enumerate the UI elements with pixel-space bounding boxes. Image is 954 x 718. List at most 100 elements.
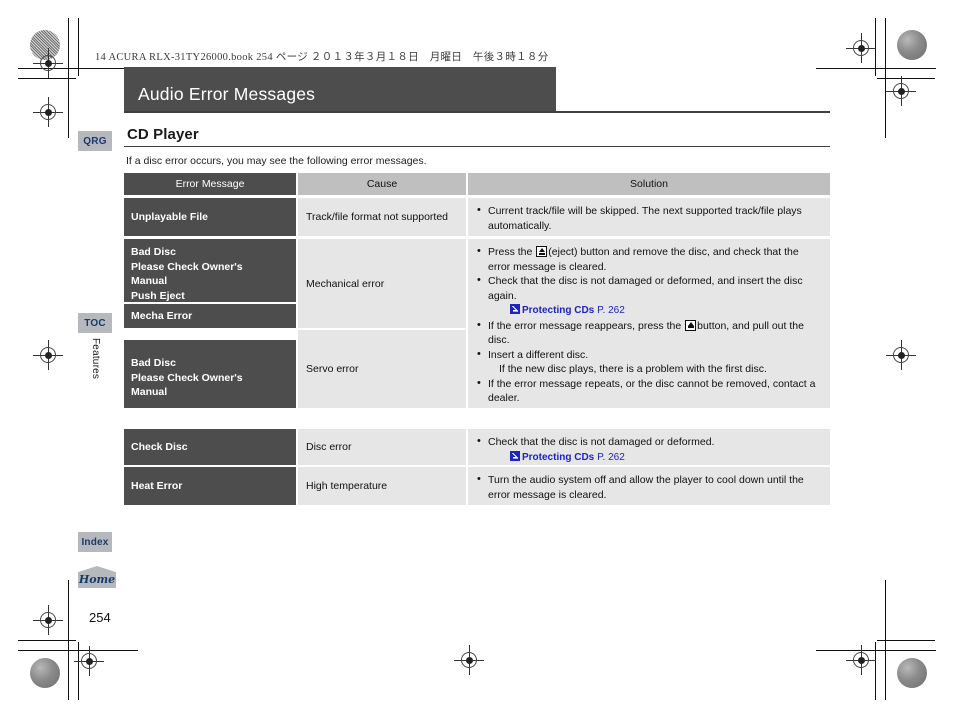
error-message-text: Push Eject — [131, 289, 185, 302]
page-number: 254 — [89, 610, 111, 625]
cross-reference-label: Protecting CDs — [522, 451, 595, 463]
table-header-error-message: Error Message — [124, 173, 296, 195]
error-message-text: Please Check Owner's — [131, 371, 243, 384]
cross-reference-label: Protecting CDs — [522, 305, 595, 316]
section-heading: CD Player — [127, 126, 199, 143]
sidebar-home-button[interactable]: Home — [78, 566, 116, 588]
solution-cell: Press the (eject) button and remove the … — [468, 239, 830, 408]
page-title: Audio Error Messages — [124, 67, 556, 112]
cross-reference-page: P. 262 — [597, 305, 625, 316]
solution-bullet: If the error message repeats, or the dis… — [477, 376, 822, 409]
table-row: Check Disc — [124, 429, 296, 465]
sidebar-tab-qrg-label: QRG — [83, 135, 107, 147]
solution-cell: Check that the disc is not damaged or de… — [468, 429, 830, 465]
registration-crosshair-right-mid — [886, 340, 916, 370]
solution-subtext: If the new disc plays, there is a proble… — [499, 363, 767, 375]
solution-bullet: Check that the disc is not damaged or de… — [477, 434, 822, 466]
error-message-text: Heat Error — [131, 479, 183, 492]
solution-text-pre: If the error message reappears, press th… — [488, 319, 685, 332]
registration-crosshair-left-upper — [33, 97, 63, 127]
error-message-text: Check Disc — [131, 440, 188, 453]
jump-link-icon — [510, 304, 520, 314]
sidebar-home-label: Home — [78, 573, 116, 586]
section-rule — [124, 146, 830, 148]
table-row: Bad Disc Please Check Owner's Manual — [124, 340, 296, 408]
cross-reference[interactable]: Protecting CDs P. 262 — [488, 303, 822, 319]
title-rule — [124, 111, 830, 113]
crop-mark-tr-h — [816, 68, 936, 69]
cause-text: Servo error — [306, 363, 359, 375]
cross-reference[interactable]: Protecting CDs P. 262 — [488, 450, 822, 466]
error-message-text: Unplayable File — [131, 210, 209, 223]
cross-reference-page: P. 262 — [597, 451, 625, 463]
sidebar-tab-index[interactable]: Index — [78, 532, 112, 552]
table-row: Bad Disc Please Check Owner's Manual Pus… — [124, 239, 296, 302]
table-header-solution-label: Solution — [630, 178, 668, 190]
sidebar-tab-toc[interactable]: TOC — [78, 313, 112, 333]
solution-bullet: Insert a different disc. If the new disc… — [477, 347, 822, 377]
section-intro: If a disc error occurs, you may see the … — [126, 155, 427, 167]
registration-crosshair-right-lower — [846, 645, 876, 675]
crop-mark-bl-h2 — [18, 640, 76, 641]
cause-text: Mechanical error — [306, 277, 385, 290]
table-row: Unplayable File — [124, 198, 296, 236]
crop-mark-br-h — [816, 650, 936, 651]
jump-link-icon — [510, 450, 520, 461]
registration-dot-tr — [897, 30, 927, 60]
solution-bullet: Turn the audio system off and allow the … — [477, 472, 822, 502]
registration-dot-bl — [30, 658, 60, 688]
table-header-error-message-label: Error Message — [175, 178, 245, 190]
page-title-text: Audio Error Messages — [138, 84, 316, 104]
crop-mark-tl-h2 — [18, 78, 76, 79]
error-message-text: Bad Disc — [131, 246, 176, 258]
error-message-text: Mecha Error — [131, 309, 193, 322]
solution-bullet: Check that the disc is not damaged or de… — [477, 273, 822, 319]
registration-crosshair-left-mid — [33, 340, 63, 370]
registration-crosshair-top-right — [846, 33, 876, 63]
crop-mark-br-h2 — [877, 640, 935, 641]
error-message-text: Manual — [131, 275, 168, 287]
sidebar-tab-qrg[interactable]: QRG — [78, 131, 112, 151]
solution-text: Check that the disc is not damaged or de… — [488, 275, 803, 302]
solution-cell: Turn the audio system off and allow the … — [468, 467, 830, 505]
registration-crosshair-right-upper — [886, 76, 916, 106]
sidebar-tab-index-label: Index — [81, 536, 109, 548]
registration-crosshair-left-bottom — [74, 646, 104, 676]
solution-subtext: Do not try to force the disc out of the … — [488, 406, 822, 409]
sidebar-tab-toc-label: TOC — [84, 317, 106, 329]
audio-error-table: Error Message Cause Solution Unplayable … — [124, 173, 830, 505]
error-message-text: Please Check Owner's — [131, 260, 243, 273]
cause-text: High temperature — [306, 480, 388, 492]
table-header-cause: Cause — [298, 173, 466, 195]
cause-text: Track/file format not supported — [306, 211, 449, 223]
solution-bullet: If the error message reappears, press th… — [477, 318, 822, 348]
table-header-cause-label: Cause — [366, 178, 398, 190]
eject-icon — [685, 319, 697, 331]
error-message-text: Bad Disc — [131, 357, 176, 369]
registration-dot-br — [897, 658, 927, 688]
table-row: Mecha Error — [124, 304, 296, 328]
cause-cell: Mechanical error — [298, 239, 466, 328]
cause-cell: Disc error — [298, 429, 466, 465]
eject-icon — [536, 246, 548, 257]
solution-text-pre: Press the — [488, 246, 536, 258]
solution-text: Check that the disc is not damaged or de… — [488, 436, 715, 448]
cause-cell: Track/file format not supported — [298, 198, 466, 236]
registration-crosshair-left-lower — [33, 605, 63, 635]
table-header-solution: Solution — [468, 173, 830, 195]
registration-crosshair-bottom-center — [454, 645, 484, 675]
solution-cell: Current track/file will be skipped. The … — [468, 198, 830, 236]
chapter-label: Features — [90, 338, 101, 380]
solution-bullet: Press the (eject) button and remove the … — [477, 244, 822, 274]
solution-text: If the error message repeats, or the dis… — [488, 377, 816, 405]
solution-bullet: Current track/file will be skipped. The … — [477, 203, 822, 233]
print-slug: 14 ACURA RLX-31TY26000.book 254 ページ ２０１３… — [95, 52, 549, 63]
error-message-text: Manual — [131, 386, 168, 398]
cause-cell: High temperature — [298, 467, 466, 505]
document-page: 14 ACURA RLX-31TY26000.book 254 ページ ２０１３… — [0, 0, 954, 718]
solution-text: Insert a different disc. — [488, 348, 589, 361]
cause-text: Disc error — [306, 441, 352, 453]
cause-cell: Servo error — [298, 330, 466, 408]
table-row: Heat Error — [124, 467, 296, 505]
registration-crosshair-top-left — [33, 48, 63, 78]
